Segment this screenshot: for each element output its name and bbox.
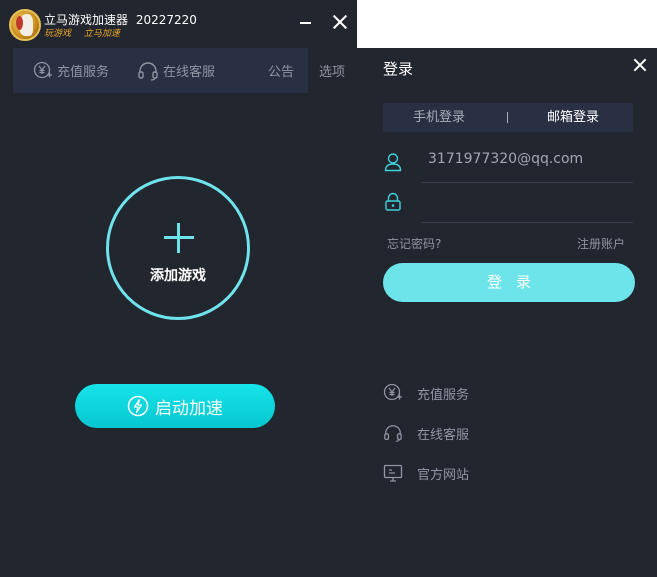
password-underline (422, 222, 633, 223)
app-logo-icon (9, 9, 41, 41)
tab-email-login[interactable]: 邮箱登录 (547, 103, 599, 132)
tab-separator (507, 112, 508, 123)
start-boost-button[interactable]: 启动加速 (75, 384, 275, 428)
lock-icon (385, 192, 401, 211)
minimize-button[interactable] (298, 14, 314, 30)
slogan-part: 玩游戏 (44, 29, 72, 39)
support-link-label: 在线客服 (417, 427, 470, 443)
user-icon (384, 153, 402, 172)
recharge-button[interactable]: 充值服务 (33, 48, 109, 93)
support-button[interactable]: 在线客服 (137, 48, 215, 93)
notice-label: 公告 (268, 65, 295, 80)
app-slogan: 玩游戏 立马加速 (44, 26, 130, 39)
options-button[interactable]: 选项 (319, 61, 345, 80)
background-strip (357, 0, 657, 48)
password-input[interactable] (428, 191, 628, 211)
official-site-link[interactable]: 官方网站 (383, 462, 469, 484)
monitor-icon (383, 464, 403, 482)
recharge-link[interactable]: 充值服务 (383, 382, 469, 404)
register-link[interactable]: 注册账户 (577, 235, 625, 252)
yen-coin-icon (33, 61, 52, 78)
recharge-label: 充值服务 (57, 65, 110, 80)
tab-phone-login[interactable]: 手机登录 (413, 103, 465, 132)
account-input[interactable]: 3171977320@qq.com (428, 151, 583, 167)
top-toolbar: 充值服务 在线客服 公告 (13, 48, 308, 93)
yen-coin-icon (383, 383, 402, 401)
login-panel: 登录 手机登录 邮箱登录 3171977320@qq.com 忘记密码? 注册账… (357, 48, 657, 577)
forgot-password-link[interactable]: 忘记密码? (387, 235, 441, 252)
lightning-icon (127, 395, 149, 417)
slogan-part: 立马加速 (83, 29, 120, 39)
start-boost-label: 启动加速 (155, 398, 223, 419)
recharge-link-label: 充值服务 (417, 387, 470, 403)
app-version: 20227220 (135, 13, 197, 27)
add-game-label: 添加游戏 (150, 268, 206, 284)
account-underline (422, 182, 633, 183)
login-tabs: 手机登录 邮箱登录 (383, 103, 633, 132)
add-game-button[interactable]: 添加游戏 (106, 176, 250, 320)
headset-icon (138, 61, 158, 81)
login-close-button[interactable] (632, 57, 648, 73)
headset-icon (384, 425, 402, 442)
support-label: 在线客服 (163, 65, 216, 80)
app-name: 立马游戏加速器 (44, 13, 129, 27)
close-button[interactable] (331, 13, 349, 31)
title-bar: 立马游戏加速器 20227220 玩游戏 立马加速 (0, 0, 357, 46)
official-site-label: 官方网站 (417, 467, 470, 483)
login-title: 登录 (383, 60, 414, 78)
main-window: 立马游戏加速器 20227220 玩游戏 立马加速 充值服务 在线客服 公告 选… (0, 0, 357, 577)
support-link[interactable]: 在线客服 (383, 422, 469, 444)
notice-button[interactable]: 公告 (268, 48, 294, 93)
login-submit-button[interactable]: 登录 (383, 263, 635, 302)
